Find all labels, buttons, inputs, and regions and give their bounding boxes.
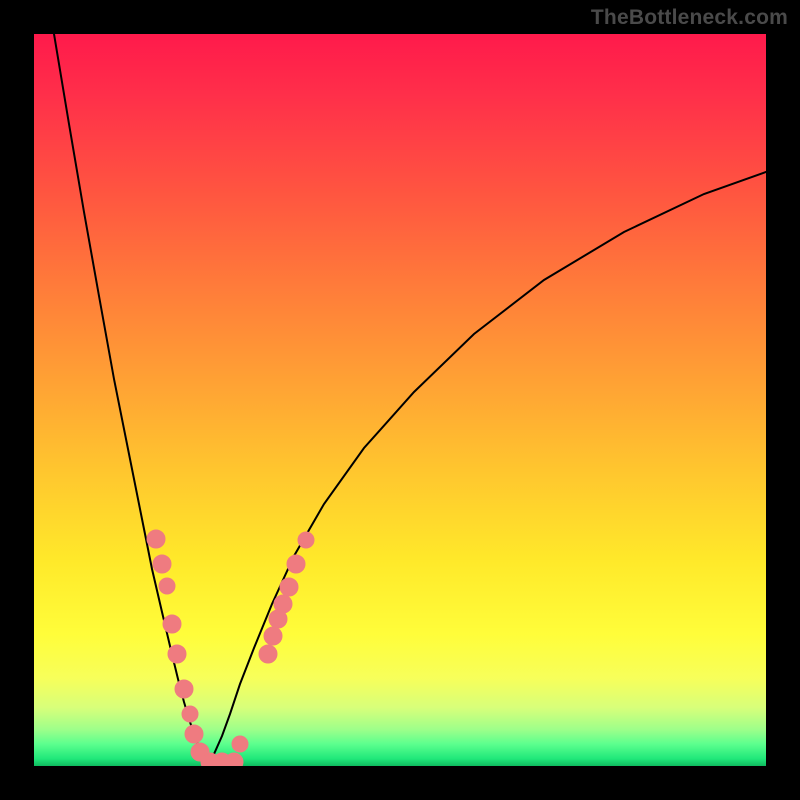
data-marker — [264, 627, 282, 645]
data-marker — [280, 578, 298, 596]
data-marker — [287, 555, 305, 573]
data-marker — [232, 736, 248, 752]
data-marker — [159, 578, 175, 594]
data-marker — [274, 595, 292, 613]
data-marker — [185, 725, 203, 743]
data-marker — [259, 645, 277, 663]
data-marker — [163, 615, 181, 633]
data-marker — [182, 706, 198, 722]
curve-right-branch — [208, 172, 766, 764]
watermark-text: TheBottleneck.com — [591, 6, 788, 30]
plot-area — [34, 34, 766, 766]
data-marker — [225, 753, 243, 766]
chart-frame: TheBottleneck.com — [0, 0, 800, 800]
data-marker — [175, 680, 193, 698]
data-markers-group — [147, 530, 314, 766]
chart-svg — [34, 34, 766, 766]
data-marker — [298, 532, 314, 548]
data-marker — [168, 645, 186, 663]
data-marker — [147, 530, 165, 548]
data-marker — [153, 555, 171, 573]
